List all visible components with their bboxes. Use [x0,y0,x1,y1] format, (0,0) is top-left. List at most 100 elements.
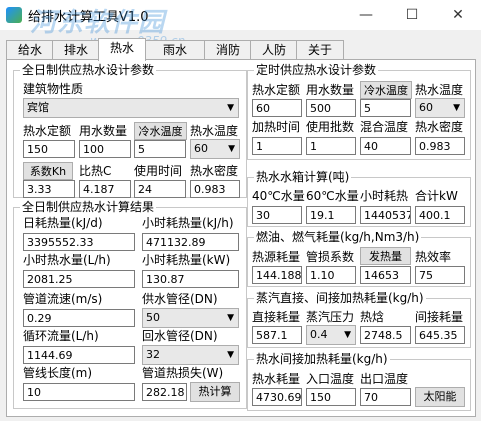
chevron-down-icon: ▼ [227,350,234,360]
maximize-button[interactable]: ☐ [389,0,435,30]
heat-loss-label: 管道热损失(W) [142,366,224,380]
calorific-input[interactable]: 14653 [360,266,411,284]
hot-temp-select[interactable]: 60 ▼ [190,139,240,159]
timed-density-label: 热水密度 [415,120,464,134]
group-title: 蒸汽直接、间接加热耗量(kg/h) [254,291,426,305]
daily-heat-label: 日耗热量(kJ/d) [23,216,103,230]
mix-temp-input[interactable]: 40 [360,137,411,155]
efficiency-label: 热效率 [415,250,452,264]
tab-hot-water[interactable]: 热水 [98,38,146,61]
cold-temp-button[interactable]: 冷水温度 [134,122,187,140]
timed-hot-temp-select[interactable]: 60 ▼ [415,98,465,118]
heat-calc-button[interactable]: 热计算 [190,382,240,402]
close-button[interactable]: ✕ [435,0,481,30]
minimize-button[interactable]: — [343,0,389,30]
full-result-group: 全日制供应热水计算结果 日耗热量(kJ/d) 小时耗热量(kJ/h) 33955… [13,200,247,409]
indirect-label: 间接耗量 [415,310,464,324]
return-dn-select[interactable]: 32 ▼ [142,345,239,365]
hour-heat-kj-label: 小时耗热量(kJ/h) [142,216,234,230]
timed-hot-temp-value: 60 [419,101,433,114]
timed-supply-group: 定时供应热水设计参数 热水定额 用水数量 冷水温度 热水温度 60 500 5 … [247,63,471,160]
heat-source-label: 热源耗量 [252,250,301,264]
inlet-label: 入口温度 [306,372,355,386]
title-bar: 给排水计算工具V1.0 河东软件园 — ☐ ✕ [0,0,481,38]
use-time-label: 使用时间 [134,164,183,178]
hour-water-label: 小时热水量(L/h) [23,253,111,267]
hot-temp-value: 60 [194,142,208,155]
loss-factor-input[interactable]: 1.10 [306,266,356,284]
chevron-down-icon: ▼ [344,330,351,340]
tab-drainage[interactable]: 排水 [52,40,100,60]
supply-dn-select[interactable]: 50 ▼ [142,308,239,328]
outlet-input[interactable]: 70 [360,388,411,406]
timed-density-input[interactable]: 0.983 [415,137,465,155]
group-title: 燃油、燃气耗量(kg/h,Nm3/h) [254,230,422,244]
return-dn-value: 32 [146,348,160,361]
heat-loss-output: 282.18 [142,383,187,401]
quota-input[interactable]: 150 [23,140,75,158]
timed-count-input[interactable]: 500 [306,99,356,117]
tab-water-supply[interactable]: 给水 [6,40,54,60]
tab-fire[interactable]: 消防 [204,40,252,60]
total-kw-label: 合计kW [415,189,458,203]
tab-about[interactable]: 关于 [296,40,344,60]
quota-label: 热水定额 [23,124,72,138]
group-title: 热水间接加热耗量(kg/h) [254,352,390,366]
building-select[interactable]: 宾馆 ▼ [23,98,239,118]
c40-label: 40℃水量 [252,189,305,203]
group-title: 全日制供应热水计算结果 [20,200,157,214]
total-kw-output: 400.1 [415,206,465,224]
count-label: 用水数量 [79,124,128,138]
tank-hour-heat-output: 1440537. [360,206,411,224]
timed-cold-temp-input[interactable]: 5 [360,99,411,117]
app-icon [6,7,22,23]
chevron-down-icon: ▼ [227,103,234,113]
timed-hot-temp-label: 热水温度 [415,83,464,97]
fuel-group: 燃油、燃气耗量(kg/h,Nm3/h) 热源耗量 管损系数 发热量 热效率 14… [247,230,471,287]
pressure-select[interactable]: 0.4 ▼ [306,325,356,345]
batches-label: 使用批数 [306,120,355,134]
group-title: 全日制供应热水设计参数 [20,63,157,77]
group-title: 定时供应热水设计参数 [254,63,379,77]
heat-time-input[interactable]: 1 [252,137,302,155]
hour-heat-kw-output: 130.87 [142,270,239,288]
count-input[interactable]: 100 [79,140,131,158]
inlet-input[interactable]: 150 [306,388,356,406]
c60-output: 19.1 [306,206,356,224]
specific-heat-input[interactable]: 4.187 [79,180,131,198]
solar-button[interactable]: 太阳能 [415,387,465,407]
circ-flow-output: 1144.69 [23,346,135,364]
kh-input[interactable]: 3.33 [23,180,75,198]
density-label: 热水密度 [190,164,239,178]
outlet-label: 出口温度 [360,372,409,386]
use-time-input[interactable]: 24 [134,180,186,198]
pressure-value: 0.4 [310,328,328,341]
calorific-button[interactable]: 发热量 [360,247,411,265]
steam-group: 蒸汽直接、间接加热耗量(kg/h) 直接耗量 蒸汽压力 热焓 间接耗量 587.… [247,291,471,348]
tab-civil-defense[interactable]: 人防 [250,40,298,60]
chevron-down-icon: ▼ [228,144,235,154]
mix-temp-label: 混合温度 [360,120,409,134]
cold-temp-input[interactable]: 5 [134,140,186,158]
building-label: 建筑物性质 [23,82,84,96]
density-input[interactable]: 0.983 [190,180,240,198]
efficiency-input[interactable]: 75 [415,266,465,284]
velocity-label: 管道流速(m/s) [23,292,103,306]
enthalpy-output: 2748.5 [360,326,411,344]
pipe-length-input[interactable]: 10 [23,383,135,401]
tab-rainwater[interactable]: 雨水 [144,40,206,60]
supply-dn-label: 供水管径(DN) [142,292,218,306]
enthalpy-label: 热焓 [360,310,385,324]
batches-input[interactable]: 1 [306,137,356,155]
return-dn-label: 回水管径(DN) [142,329,218,343]
hot-water-panel: 全日制供应热水设计参数 建筑物性质 宾馆 ▼ 热水定额 用水数量 冷水温度 热水温… [6,59,476,417]
hour-heat-kw-label: 小时耗热量(kW) [142,253,231,267]
timed-cold-temp-button[interactable]: 冷水温度 [360,81,412,99]
kh-button[interactable]: 系数Kh [23,162,73,180]
supply-dn-value: 50 [146,311,160,324]
hot-temp-label: 热水温度 [190,124,239,138]
direct-output: 587.1 [252,326,302,344]
timed-quota-input[interactable]: 60 [252,99,302,117]
hour-water-output: 2081.25 [23,270,135,288]
tank-hour-heat-label: 小时耗热 [360,189,409,203]
